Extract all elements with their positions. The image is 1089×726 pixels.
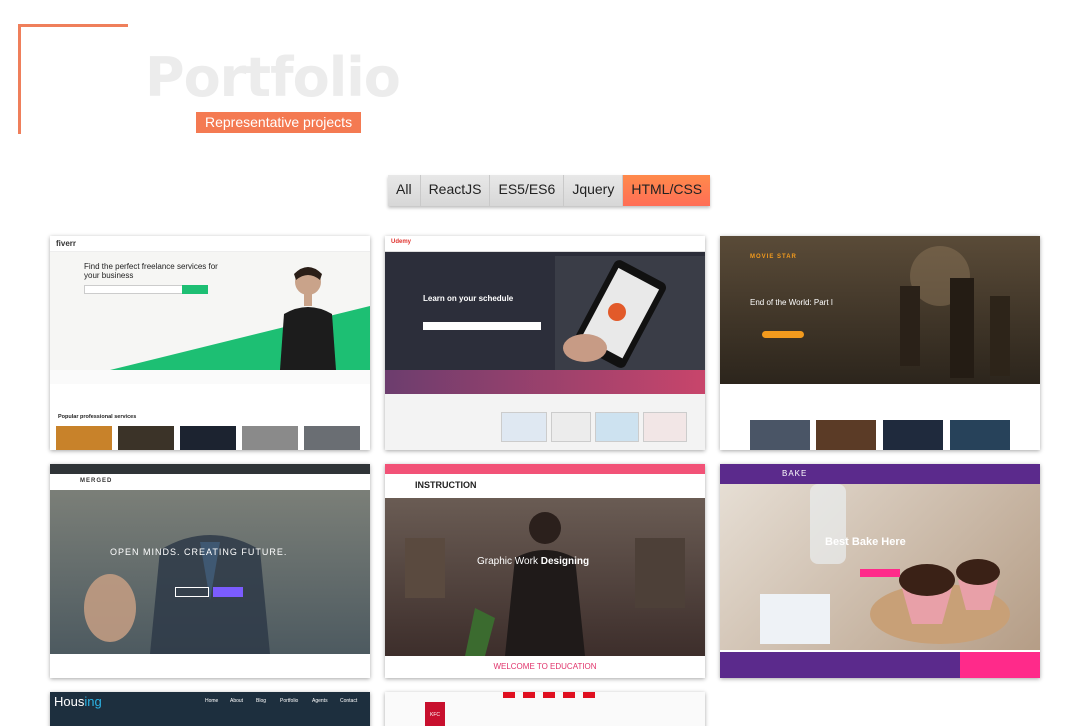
card-stripe bbox=[503, 692, 515, 698]
logo-part-2: ing bbox=[84, 694, 102, 709]
card-stripe bbox=[543, 692, 555, 698]
card-nav-bar bbox=[720, 464, 1040, 484]
filter-all[interactable]: All bbox=[388, 175, 421, 206]
card-nav-item: Blog bbox=[256, 698, 267, 704]
headline-regular: Graphic Work bbox=[477, 556, 538, 567]
card-thumb bbox=[180, 426, 236, 450]
card-primary-button bbox=[213, 587, 243, 597]
card-headline: Best Bake Here bbox=[825, 536, 906, 548]
phone-image bbox=[555, 256, 705, 370]
card-footer-accent bbox=[960, 652, 1040, 678]
card-footer-text: WELCOME TO EDUCATION bbox=[493, 662, 597, 671]
cupcakes-image bbox=[760, 484, 1010, 644]
filter-html-css[interactable]: HTML/CSS bbox=[623, 175, 711, 206]
logo-part-1: Hous bbox=[54, 694, 85, 709]
card-headline: Graphic Work Designing bbox=[477, 556, 589, 567]
card-headline: Find the perfect freelance services for … bbox=[84, 262, 218, 280]
portfolio-page: Portfolio Representative projects All Re… bbox=[0, 0, 1089, 726]
card-thumb bbox=[118, 426, 174, 450]
card-thumb bbox=[595, 412, 639, 442]
page-subtitle: Representative projects bbox=[196, 112, 362, 133]
card-brands-strip bbox=[50, 370, 370, 384]
card-thumb bbox=[242, 426, 298, 450]
card-thumb bbox=[501, 412, 547, 442]
card-nav-item: Agents bbox=[312, 698, 328, 704]
corner-decoration-top bbox=[18, 24, 128, 27]
card-logo: MERGED bbox=[80, 478, 113, 484]
card-nav-item: Home bbox=[205, 698, 219, 704]
page-title: Portfolio bbox=[145, 46, 401, 109]
classroom-image bbox=[405, 512, 685, 656]
card-headline: OPEN MINDS. CREATING FUTURE. bbox=[110, 547, 288, 557]
card-thumb bbox=[643, 412, 687, 442]
card-nav-bar bbox=[385, 236, 705, 252]
card-secondary-button bbox=[175, 587, 209, 597]
card-headline: Learn on your schedule bbox=[423, 294, 514, 303]
card-section-title: Popular professional services bbox=[58, 414, 137, 420]
card-logo: INSTRUCTION bbox=[415, 480, 477, 490]
filter-jquery[interactable]: Jquery bbox=[564, 175, 624, 206]
headline-bold: Designing bbox=[540, 556, 590, 567]
filter-reactjs[interactable]: ReactJS bbox=[420, 175, 491, 206]
card-stripe bbox=[523, 692, 535, 698]
filter-es5-es6[interactable]: ES5/ES6 bbox=[490, 175, 565, 206]
corner-decoration-left bbox=[18, 24, 21, 134]
card-stripe bbox=[583, 692, 595, 698]
project-card-bake[interactable]: BAKE Best Bake Here bbox=[720, 464, 1040, 678]
project-card-housing[interactable]: Housing Home About Blog Portfolio Agents… bbox=[50, 692, 370, 726]
businessman-image bbox=[84, 535, 270, 654]
card-nav-bar bbox=[50, 236, 370, 252]
card-search-field bbox=[423, 322, 541, 330]
card-footer-band bbox=[720, 652, 960, 678]
card-logo: BAKE bbox=[782, 469, 808, 478]
card-nav-item: Portfolio bbox=[280, 698, 299, 704]
card-thumb bbox=[950, 420, 1010, 450]
project-card-movie-star[interactable]: MOVIE STAR End of the World: Part I bbox=[720, 236, 1040, 450]
card-logo: fiverr bbox=[56, 239, 77, 248]
filter-tabs: All ReactJS ES5/ES6 Jquery HTML/CSS bbox=[388, 175, 711, 206]
project-card-merged[interactable]: MERGED OPEN MINDS. CREATING FUTURE. bbox=[50, 464, 370, 678]
card-cta-button bbox=[762, 331, 804, 338]
card-logo: MOVIE STAR bbox=[750, 254, 797, 260]
card-logo: Udemy bbox=[391, 239, 412, 245]
card-logo: KFC bbox=[425, 702, 445, 726]
card-thumb bbox=[883, 420, 943, 450]
card-nav-item: About bbox=[230, 698, 244, 704]
person-image bbox=[280, 267, 336, 370]
card-search-button bbox=[182, 285, 208, 294]
card-top-bar bbox=[385, 464, 705, 474]
card-cta-button bbox=[860, 569, 900, 577]
card-logo: Housing bbox=[54, 694, 102, 709]
card-thumb bbox=[750, 420, 810, 450]
card-top-bar bbox=[50, 464, 370, 474]
project-card-fiverr[interactable]: fiverr Find the perfect freelance servic… bbox=[50, 236, 370, 450]
card-thumb bbox=[304, 426, 360, 450]
card-thumb bbox=[551, 412, 591, 442]
project-card-kfc[interactable]: KFC bbox=[385, 692, 705, 726]
card-thumb bbox=[56, 426, 112, 450]
card-stripe bbox=[563, 692, 575, 698]
card-thumb bbox=[816, 420, 876, 450]
project-card-instruction[interactable]: INSTRUCTION Graphic Work Designing WELCO… bbox=[385, 464, 705, 678]
project-card-udemy[interactable]: Udemy Learn on your schedule bbox=[385, 236, 705, 450]
card-headline: End of the World: Part I bbox=[750, 298, 834, 307]
card-nav-item: Contact bbox=[340, 698, 358, 704]
card-feature-bar bbox=[385, 370, 705, 394]
